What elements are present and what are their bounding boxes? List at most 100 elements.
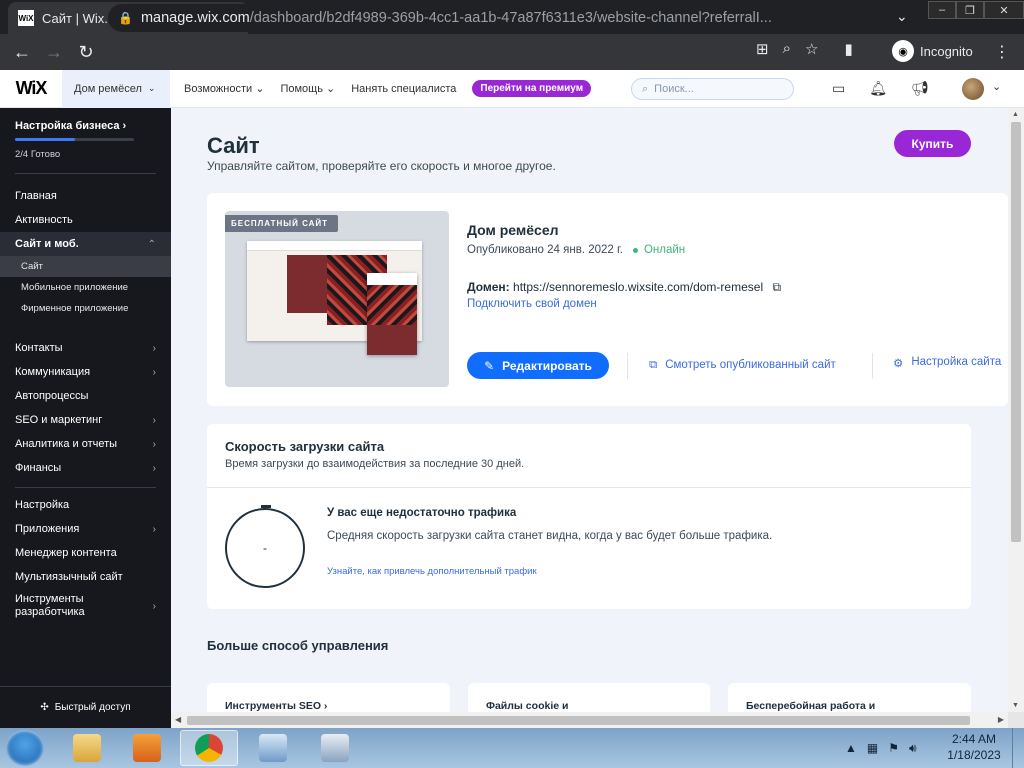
bookmark-star-icon[interactable]: ☆ — [805, 40, 818, 58]
speed-subtitle: Время загрузки до взаимодействия за посл… — [225, 458, 525, 470]
start-button-icon[interactable] — [6, 730, 44, 766]
sidebar-item-apps[interactable]: Приложения › — [0, 517, 171, 541]
sidebar-item-home[interactable]: Главная — [0, 184, 171, 208]
site-thumbnail[interactable]: БЕСПЛАТНЫЙ САЙТ — [225, 211, 449, 387]
sidebar-subitem-mobile-app[interactable]: Мобильное приложение — [0, 277, 171, 298]
chevron-right-icon: › — [152, 414, 156, 426]
sidebar-item-activity[interactable]: Активность — [0, 208, 171, 232]
sidebar-item-automations[interactable]: Автопроцессы — [0, 384, 171, 408]
edit-site-button[interactable]: ✎ Редактировать — [467, 352, 609, 379]
sidebar-item-dev-tools[interactable]: Инструменты разработчика › — [0, 589, 171, 623]
network-icon[interactable]: ▦ — [867, 741, 878, 755]
incognito-indicator[interactable]: ◉ Incognito — [892, 40, 973, 62]
window-close-icon[interactable]: ✕ — [984, 1, 1024, 19]
header-icons: ▭ 🔔︎ 📢︎ — [832, 80, 929, 97]
cookies-card[interactable]: Файлы cookie и — [468, 683, 710, 712]
divider — [872, 353, 873, 379]
search-placeholder: Поиск... — [654, 83, 694, 95]
scroll-up-arrow-icon[interactable]: ▲ — [1012, 111, 1019, 118]
announcements-megaphone-icon[interactable]: 📢︎ — [911, 80, 929, 97]
browser-menu-icon[interactable]: ⋮ — [994, 42, 1010, 62]
translate-icon[interactable]: ⊞ — [756, 40, 769, 58]
reload-icon[interactable]: ↻ — [70, 42, 102, 63]
divider — [15, 173, 156, 174]
chevron-down-icon: ⌄ — [326, 83, 336, 95]
chevron-right-icon: › — [152, 438, 156, 450]
volume-icon[interactable]: 🔊︎ — [909, 741, 917, 756]
tab-search-chevron-icon[interactable]: ⌄ — [896, 8, 908, 25]
uptime-card[interactable]: Бесперебойная работа и — [728, 683, 971, 712]
explorer-taskbar-button[interactable] — [58, 730, 116, 766]
header-search-input[interactable]: ⌕ Поиск... — [631, 78, 794, 100]
sidebar-item-multilingual[interactable]: Мультиязычный сайт — [0, 565, 171, 589]
forward-arrow-icon[interactable]: → — [38, 42, 70, 63]
learn-traffic-link[interactable]: Узнайте, как привлечь дополнительный тра… — [327, 566, 537, 577]
sidebar-item-finance[interactable]: Финансы › — [0, 456, 171, 480]
sidebar-group-main: Главная Активность Сайт и моб. ⌃ Сайт Моб… — [0, 184, 171, 319]
sidebar-item-contacts[interactable]: Контакты › — [0, 336, 171, 360]
scroll-down-arrow-icon[interactable]: ▼ — [1012, 702, 1019, 709]
sidebar-item-site-mobile[interactable]: Сайт и моб. ⌃ — [0, 232, 171, 256]
sidebar-item-content-manager[interactable]: Менеджер контента — [0, 541, 171, 565]
upgrade-premium-button[interactable]: Перейти на премиум — [472, 80, 592, 97]
sidebar-subitem-branded-app[interactable]: Фирменное приложение — [0, 298, 171, 319]
external-link-icon[interactable]: ⧉ — [772, 280, 781, 294]
sidebar-item-settings[interactable]: Настройка — [0, 493, 171, 517]
business-setup-link[interactable]: Настройка бизнеса › — [0, 108, 171, 132]
scroll-left-arrow-icon[interactable]: ◀ — [175, 715, 181, 724]
lock-icon[interactable]: 🔒 — [118, 11, 133, 25]
online-dot-icon — [632, 247, 638, 253]
domain-url[interactable]: https://sennoremeslo.wixsite.com/dom-rem… — [513, 280, 763, 294]
sidebar-item-communication[interactable]: Коммуникация › — [0, 360, 171, 384]
scrollbar-thumb[interactable] — [187, 716, 970, 725]
preview-pattern — [367, 285, 417, 325]
no-traffic-title: У вас еще недостаточно трафика — [327, 507, 517, 519]
nav-features[interactable]: Возможности ⌄ — [184, 82, 264, 95]
chat-icon[interactable]: ▭ — [832, 80, 845, 97]
view-published-link[interactable]: ⧉ Смотреть опубликованный сайт — [649, 359, 836, 372]
minimize-icon[interactable]: – — [928, 1, 956, 19]
site-switcher[interactable]: Дом ремёсел ⌄ — [62, 69, 170, 108]
sidebar-item-seo-marketing[interactable]: SEO и маркетинг › — [0, 408, 171, 432]
sidebar-group-business: Контакты › Коммуникация › Автопроцессы SEO… — [0, 336, 171, 480]
pencil-icon: ✎ — [484, 358, 495, 373]
system-clock[interactable]: 2:44 AM 1/18/2023 — [944, 731, 1004, 763]
quick-access-button[interactable]: ✣ Быстрый доступ — [0, 686, 171, 728]
side-panel-icon[interactable]: ▮ — [844, 40, 852, 58]
windows-taskbar: ▲ ▦ ⚑ 🔊︎ 2:44 AM 1/18/2023 — [0, 728, 1024, 768]
chrome-taskbar-button[interactable] — [180, 730, 238, 766]
nav-help[interactable]: Помощь ⌄ — [280, 82, 335, 95]
vertical-scrollbar[interactable]: ▲ ▼ — [1008, 108, 1024, 712]
control-panel-taskbar-button[interactable] — [244, 730, 302, 766]
sidebar-item-label: Коммуникация — [15, 366, 91, 378]
site-settings-link[interactable]: ⚙ Настройка сайта — [893, 356, 1001, 370]
notifications-bell-icon[interactable]: 🔔︎ — [869, 80, 887, 97]
restore-icon[interactable]: ❐ — [956, 1, 984, 19]
avatar[interactable] — [962, 78, 984, 100]
sidebar-subitem-site[interactable]: Сайт — [0, 256, 171, 277]
scroll-right-arrow-icon[interactable]: ▶ — [998, 715, 1004, 724]
speed-card: Скорость загрузки сайта Время загрузки д… — [207, 424, 971, 609]
buy-button[interactable]: Купить — [894, 130, 971, 157]
nav-hire-expert[interactable]: Нанять специалиста — [351, 83, 456, 95]
wix-logo[interactable]: WiX — [0, 78, 62, 99]
chevron-down-icon[interactable]: ⌄ — [992, 80, 1001, 93]
action-center-flag-icon[interactable]: ⚑ — [888, 741, 899, 755]
quick-access-label: Быстрый доступ — [54, 702, 131, 713]
scrollbar-thumb[interactable] — [1011, 122, 1021, 542]
seo-tools-card[interactable]: Инструменты SEO › — [207, 683, 450, 712]
mobile-preview-image — [367, 273, 417, 355]
domain-label: Домен: — [467, 280, 510, 294]
show-desktop-button[interactable] — [1012, 728, 1024, 768]
setup-progress-bar — [15, 138, 134, 141]
keyboard-taskbar-button[interactable] — [306, 730, 364, 766]
stopwatch-icon: - — [225, 505, 305, 588]
connect-domain-link[interactable]: Подключить свой домен — [467, 298, 597, 310]
show-hidden-icons-icon[interactable]: ▲ — [845, 741, 857, 755]
sidebar-item-analytics[interactable]: Аналитика и отчеты › — [0, 432, 171, 456]
address-bar[interactable]: 🔒 manage.wix.com/dashboard/b2df4989-369b… — [108, 4, 850, 32]
horizontal-scrollbar[interactable]: ◀ ▶ — [171, 712, 1008, 728]
zoom-icon[interactable]: ⌕ — [783, 40, 791, 58]
back-arrow-icon[interactable]: ← — [6, 42, 38, 63]
media-player-taskbar-button[interactable] — [118, 730, 176, 766]
